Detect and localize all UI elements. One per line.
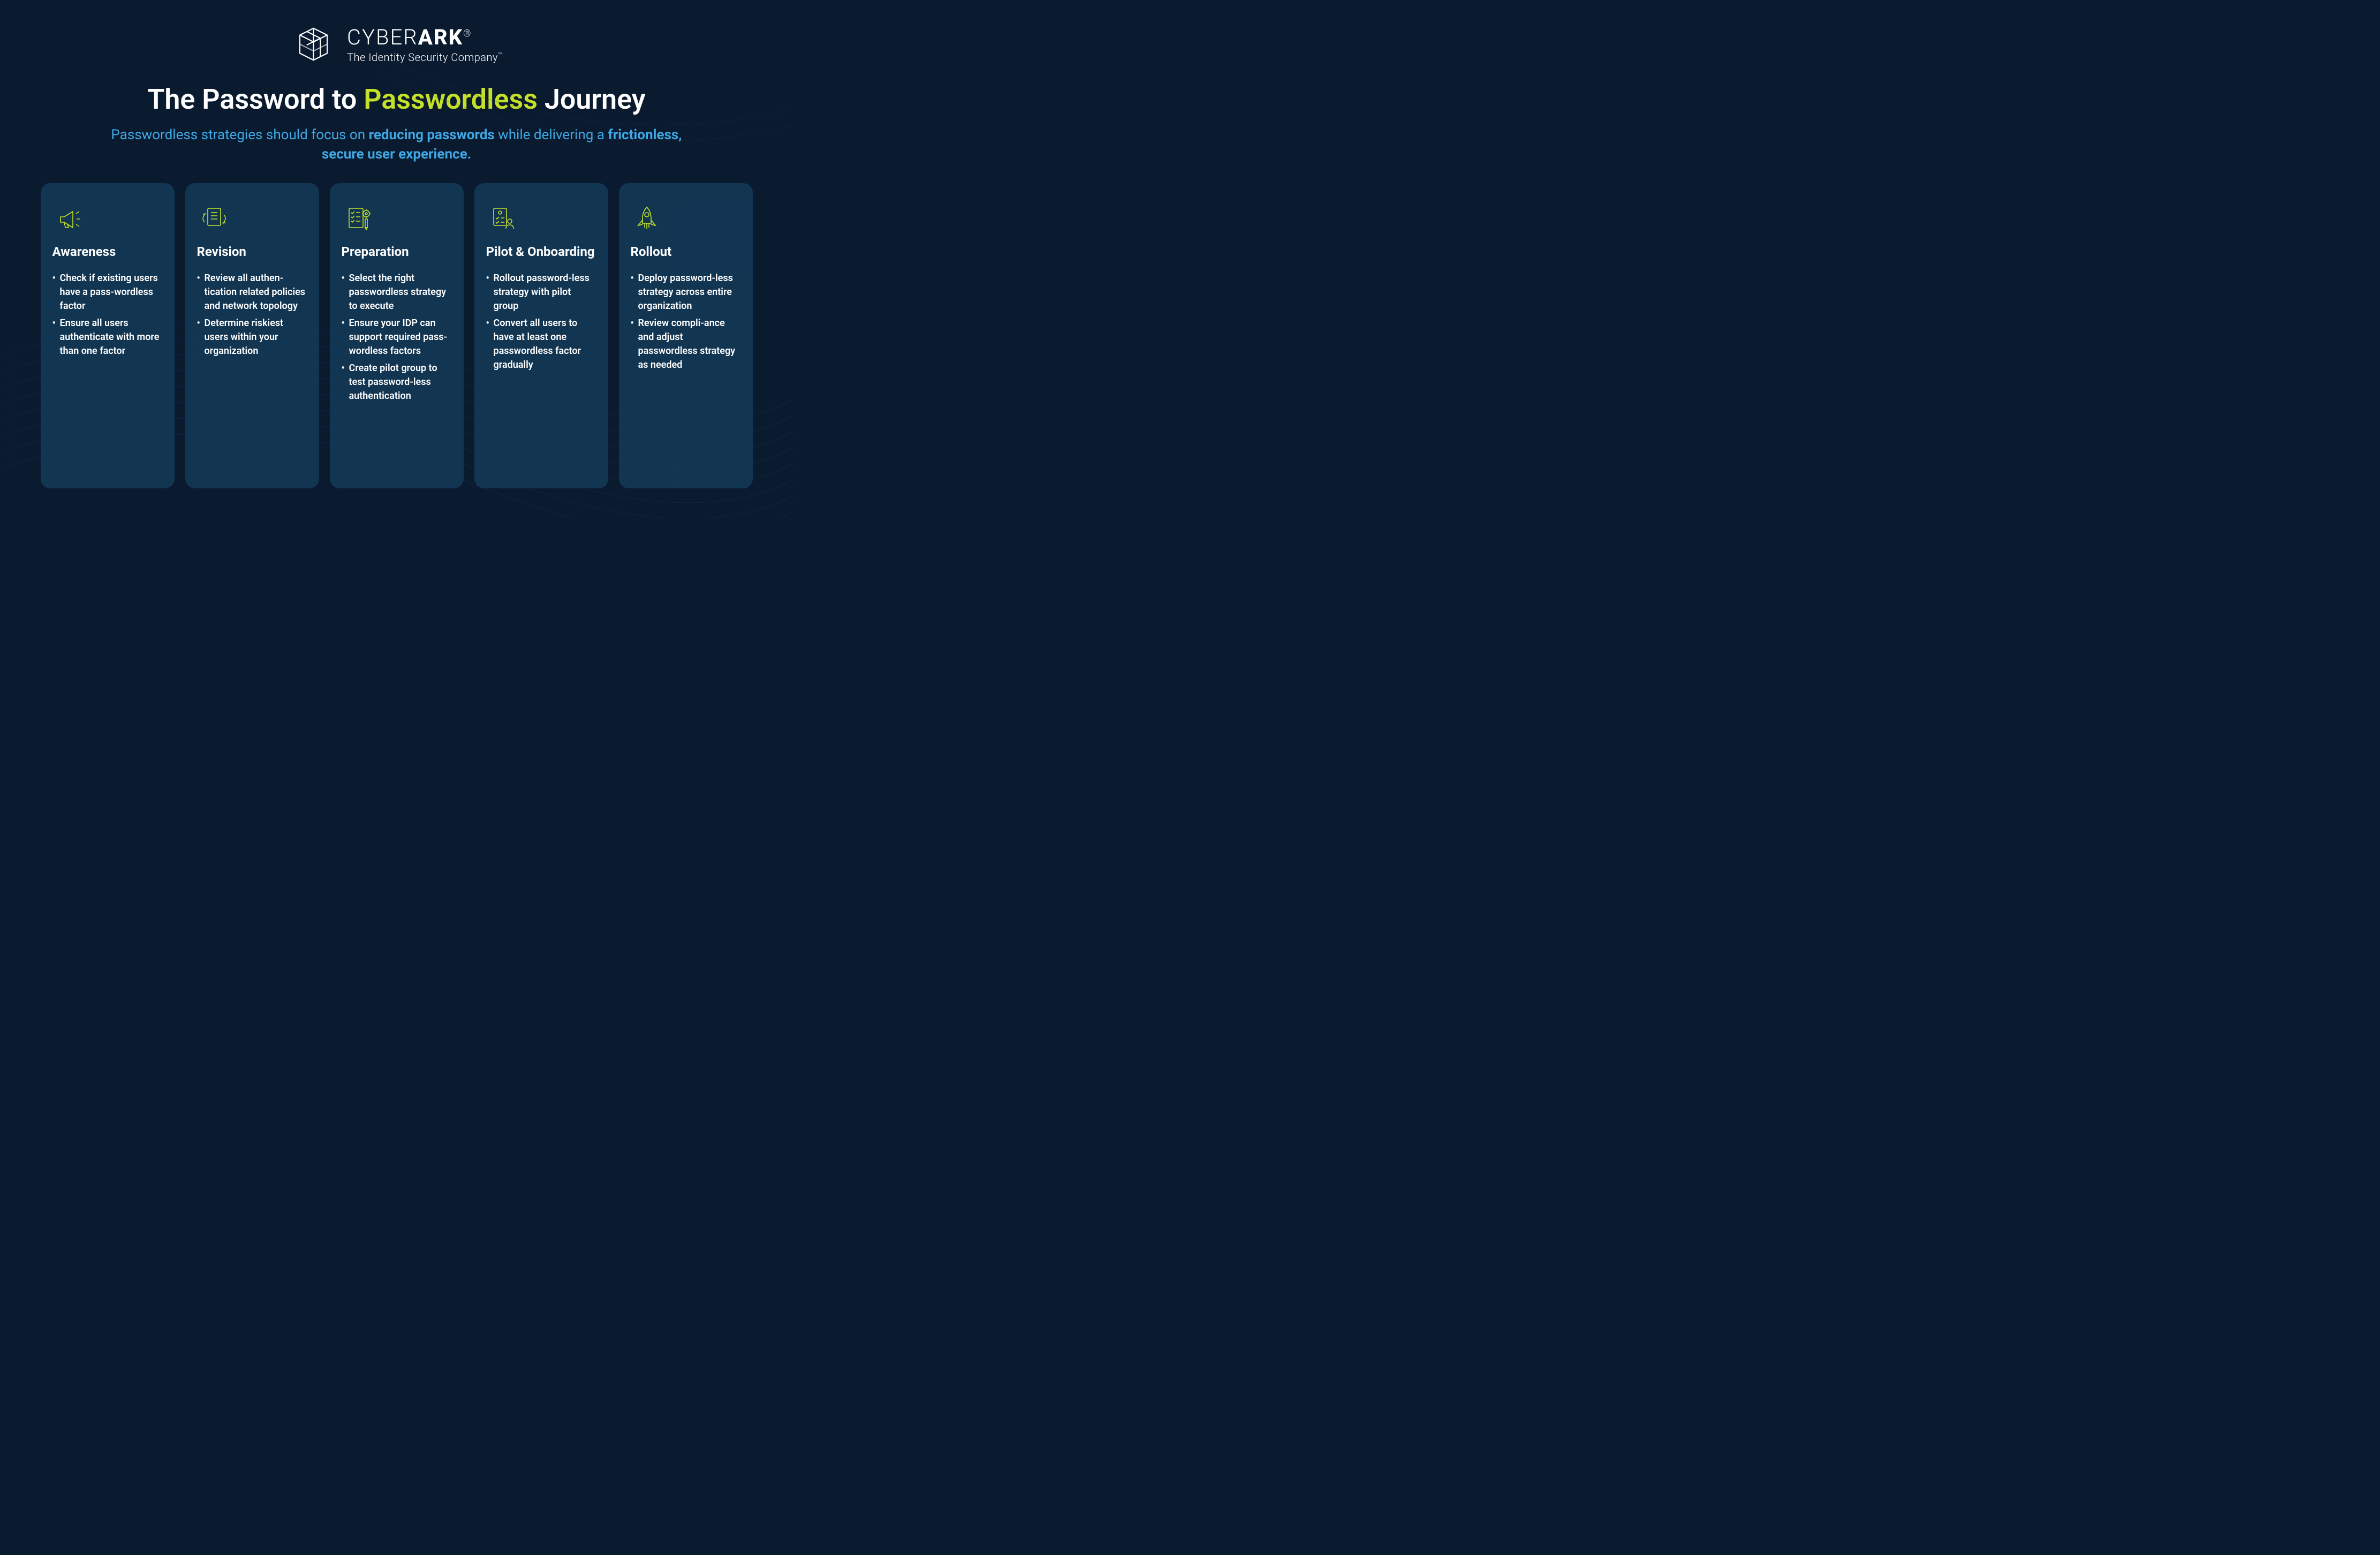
card-title: Rollout	[631, 244, 741, 260]
page-subtitle: Passwordless strategies should focus on …	[102, 125, 691, 164]
card-title: Awareness	[52, 244, 163, 260]
cards-row: Awareness Check if existing users have a…	[0, 164, 793, 488]
bullet-item: Select the right passwordless strategy t…	[342, 271, 452, 313]
bullet-item: Determine riskiest users within your org…	[197, 316, 307, 358]
bullet-item: Rollout password-less strategy with pilo…	[486, 271, 596, 313]
pilot-icon	[486, 199, 596, 237]
checklist-icon	[342, 199, 452, 237]
card-bullets: Select the right passwordless strategy t…	[342, 271, 452, 404]
card-bullets: Review all authen-tication related polic…	[197, 271, 307, 359]
brand-tagline: The Identity Security Company™	[347, 51, 502, 64]
logo: CYBERARK® The Identity Security Company™	[0, 21, 793, 67]
bullet-item: Review compli-ance and adjust passwordle…	[631, 316, 741, 372]
megaphone-icon	[52, 199, 163, 237]
card-bullets: Deploy password-less strategy across ent…	[631, 271, 741, 373]
bullet-item: Ensure all users authenticate with more …	[52, 316, 163, 358]
bullet-item: Convert all users to have at least one p…	[486, 316, 596, 372]
rocket-icon	[631, 199, 741, 237]
card-bullets: Rollout password-less strategy with pilo…	[486, 271, 596, 373]
header: CYBERARK® The Identity Security Company™…	[0, 0, 793, 164]
cube-logo-icon	[291, 21, 336, 67]
page-title: The Password to Passwordless Journey	[0, 83, 793, 116]
bullet-item: Create pilot group to test password-less…	[342, 361, 452, 403]
bullet-item: Review all authen-tication related polic…	[197, 271, 307, 313]
card-title: Preparation	[342, 244, 452, 260]
card-title: Pilot & Onboarding	[486, 244, 596, 260]
brand-name: CYBERARK®	[347, 25, 502, 50]
card-bullets: Check if existing users have a pass-word…	[52, 271, 163, 359]
revision-icon	[197, 199, 307, 237]
bullet-item: Check if existing users have a pass-word…	[52, 271, 163, 313]
card-rollout: Rollout Deploy password-less strategy ac…	[619, 183, 753, 488]
card-preparation: Preparation Select the right passwordles…	[330, 183, 464, 488]
card-title: Revision	[197, 244, 307, 260]
bullet-item: Ensure your IDP can support required pas…	[342, 316, 452, 358]
card-revision: Revision Review all authen-tication rela…	[185, 183, 319, 488]
bullet-item: Deploy password-less strategy across ent…	[631, 271, 741, 313]
card-awareness: Awareness Check if existing users have a…	[41, 183, 175, 488]
card-pilot-onboarding: Pilot & Onboarding Rollout password-less…	[474, 183, 608, 488]
